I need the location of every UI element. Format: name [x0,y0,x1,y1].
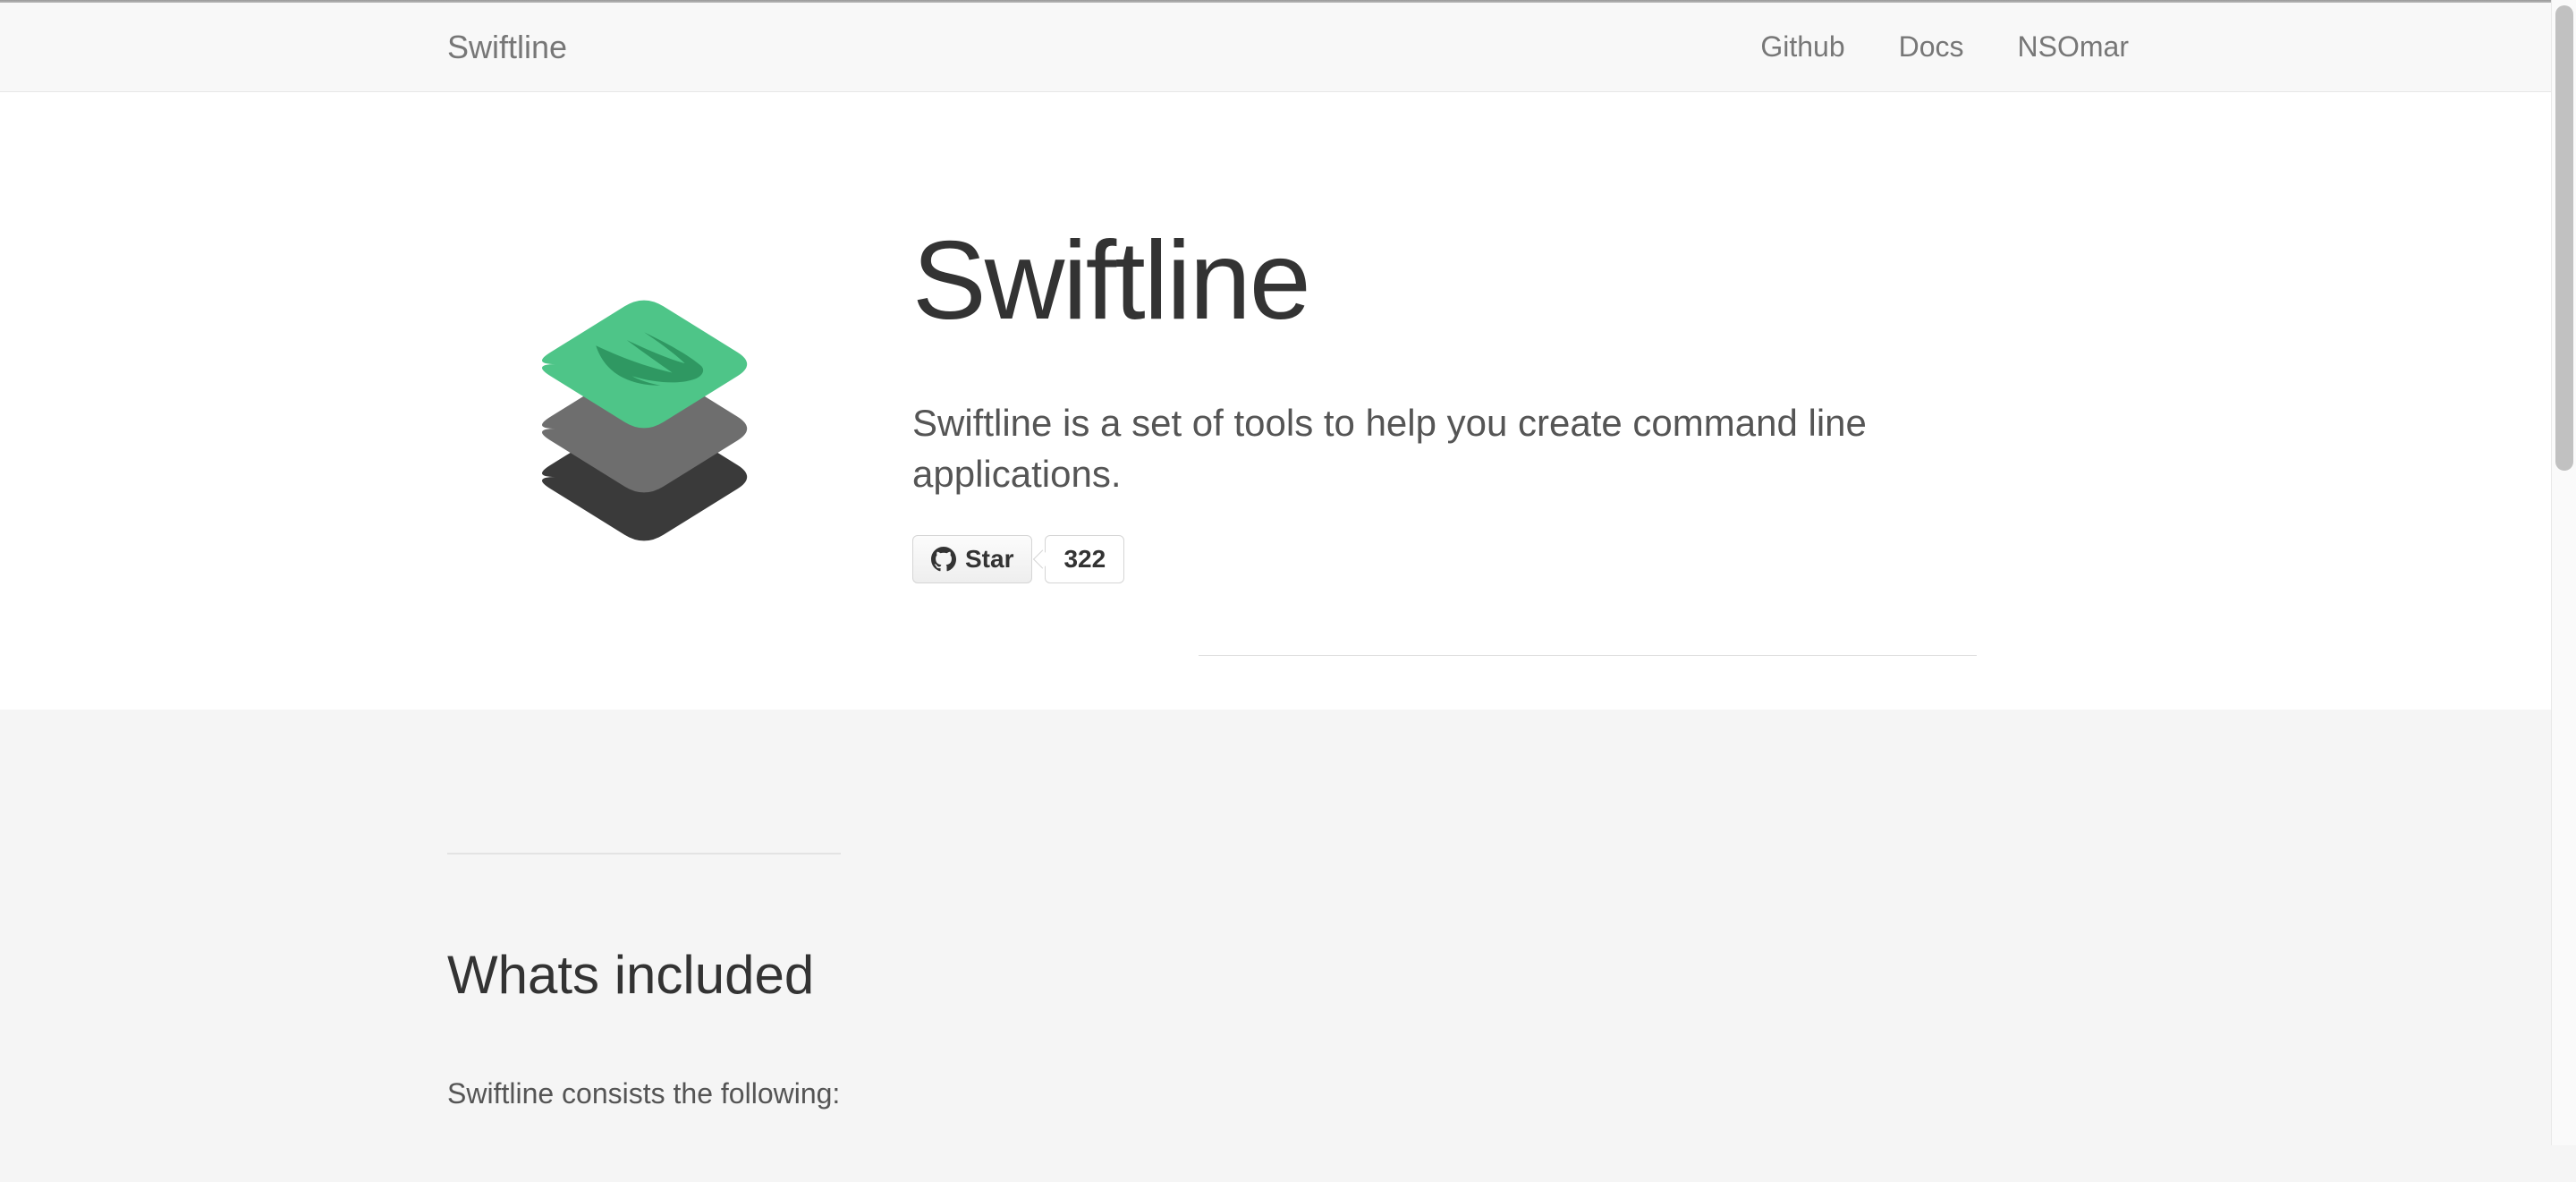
scrollbar-track[interactable] [2551,0,2576,1145]
nav-link-nsomar[interactable]: NSOmar [2018,30,2129,64]
swift-logo-icon [483,235,805,557]
nav-link-docs[interactable]: Docs [1899,30,1964,64]
github-icon [931,547,956,572]
hero-section: Swiftline Swiftline is a set of tools to… [0,92,2576,710]
hero-divider [1199,655,1977,656]
logo-wrap [447,200,805,557]
whats-included-section: Whats included Swiftline consists the fo… [0,710,2576,1182]
brand-link[interactable]: Swiftline [447,29,567,66]
github-star-label: Star [965,545,1013,574]
scrollbar-thumb[interactable] [2555,5,2573,471]
whats-included-heading: Whats included [447,944,2129,1006]
navbar-inner: Swiftline Github Docs NSOmar [394,3,2182,91]
hero-subtitle: Swiftline is a set of tools to help you … [912,398,2075,499]
whats-included-intro: Swiftline consists the following: [447,1077,2129,1110]
hero-text: Swiftline Swiftline is a set of tools to… [912,200,2129,656]
github-star-row: Star 322 [912,535,2129,583]
github-star-button[interactable]: Star [912,535,1032,583]
whats-top-rule [447,853,841,855]
hero-inner: Swiftline Swiftline is a set of tools to… [394,200,2182,656]
github-star-count[interactable]: 322 [1045,535,1124,583]
whats-inner: Whats included Swiftline consists the fo… [394,853,2182,1110]
hero-title: Swiftline [912,217,2129,344]
nav-link-github[interactable]: Github [1760,30,1844,64]
navbar: Swiftline Github Docs NSOmar [0,3,2576,92]
nav-right: Github Docs NSOmar [1760,30,2129,64]
